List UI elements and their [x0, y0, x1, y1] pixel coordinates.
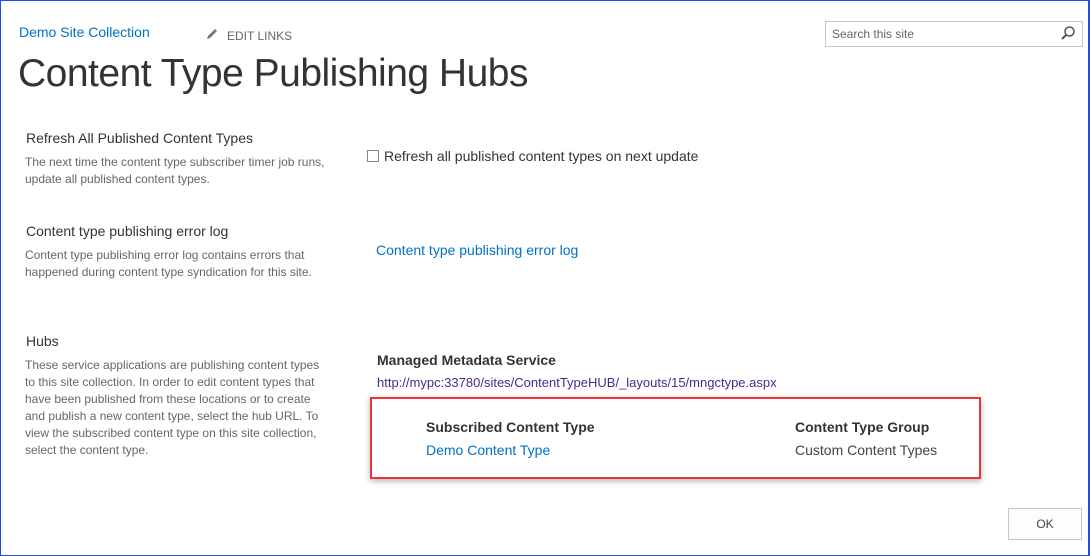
page-title: Content Type Publishing Hubs [18, 52, 528, 95]
ok-button[interactable]: OK [1008, 508, 1082, 540]
site-title-link[interactable]: Demo Site Collection [19, 24, 150, 40]
error-log-heading: Content type publishing error log [26, 223, 229, 239]
column-header-content-type: Subscribed Content Type [426, 419, 595, 435]
search-input[interactable]: Search this site [825, 21, 1083, 47]
hubs-description: These service applications are publishin… [25, 358, 320, 457]
error-log-description: Content type publishing error log contai… [25, 248, 312, 279]
edit-links-button[interactable]: EDIT LINKS [205, 27, 292, 44]
checkbox-label: Refresh all published content types on n… [384, 148, 699, 164]
hub-url-link[interactable]: http://mypc:33780/sites/ContentTypeHUB/_… [377, 375, 777, 390]
highlight-box [370, 397, 981, 479]
search-icon[interactable] [1060, 25, 1076, 44]
refresh-description: The next time the content type subscribe… [25, 155, 325, 186]
content-type-group: Custom Content Types [795, 442, 938, 458]
content-type-link[interactable]: Demo Content Type [426, 442, 550, 458]
service-name: Managed Metadata Service [377, 352, 556, 368]
refresh-heading: Refresh All Published Content Types [26, 130, 253, 146]
refresh-checkbox[interactable]: Refresh all published content types on n… [367, 148, 698, 164]
column-header-group: Content Type Group [795, 419, 930, 435]
checkbox-box[interactable] [367, 150, 379, 162]
error-log-link[interactable]: Content type publishing error log [376, 242, 578, 258]
search-placeholder: Search this site [832, 27, 915, 41]
hubs-heading: Hubs [26, 333, 59, 349]
edit-links-label: EDIT LINKS [227, 28, 293, 43]
pencil-icon [205, 27, 219, 44]
